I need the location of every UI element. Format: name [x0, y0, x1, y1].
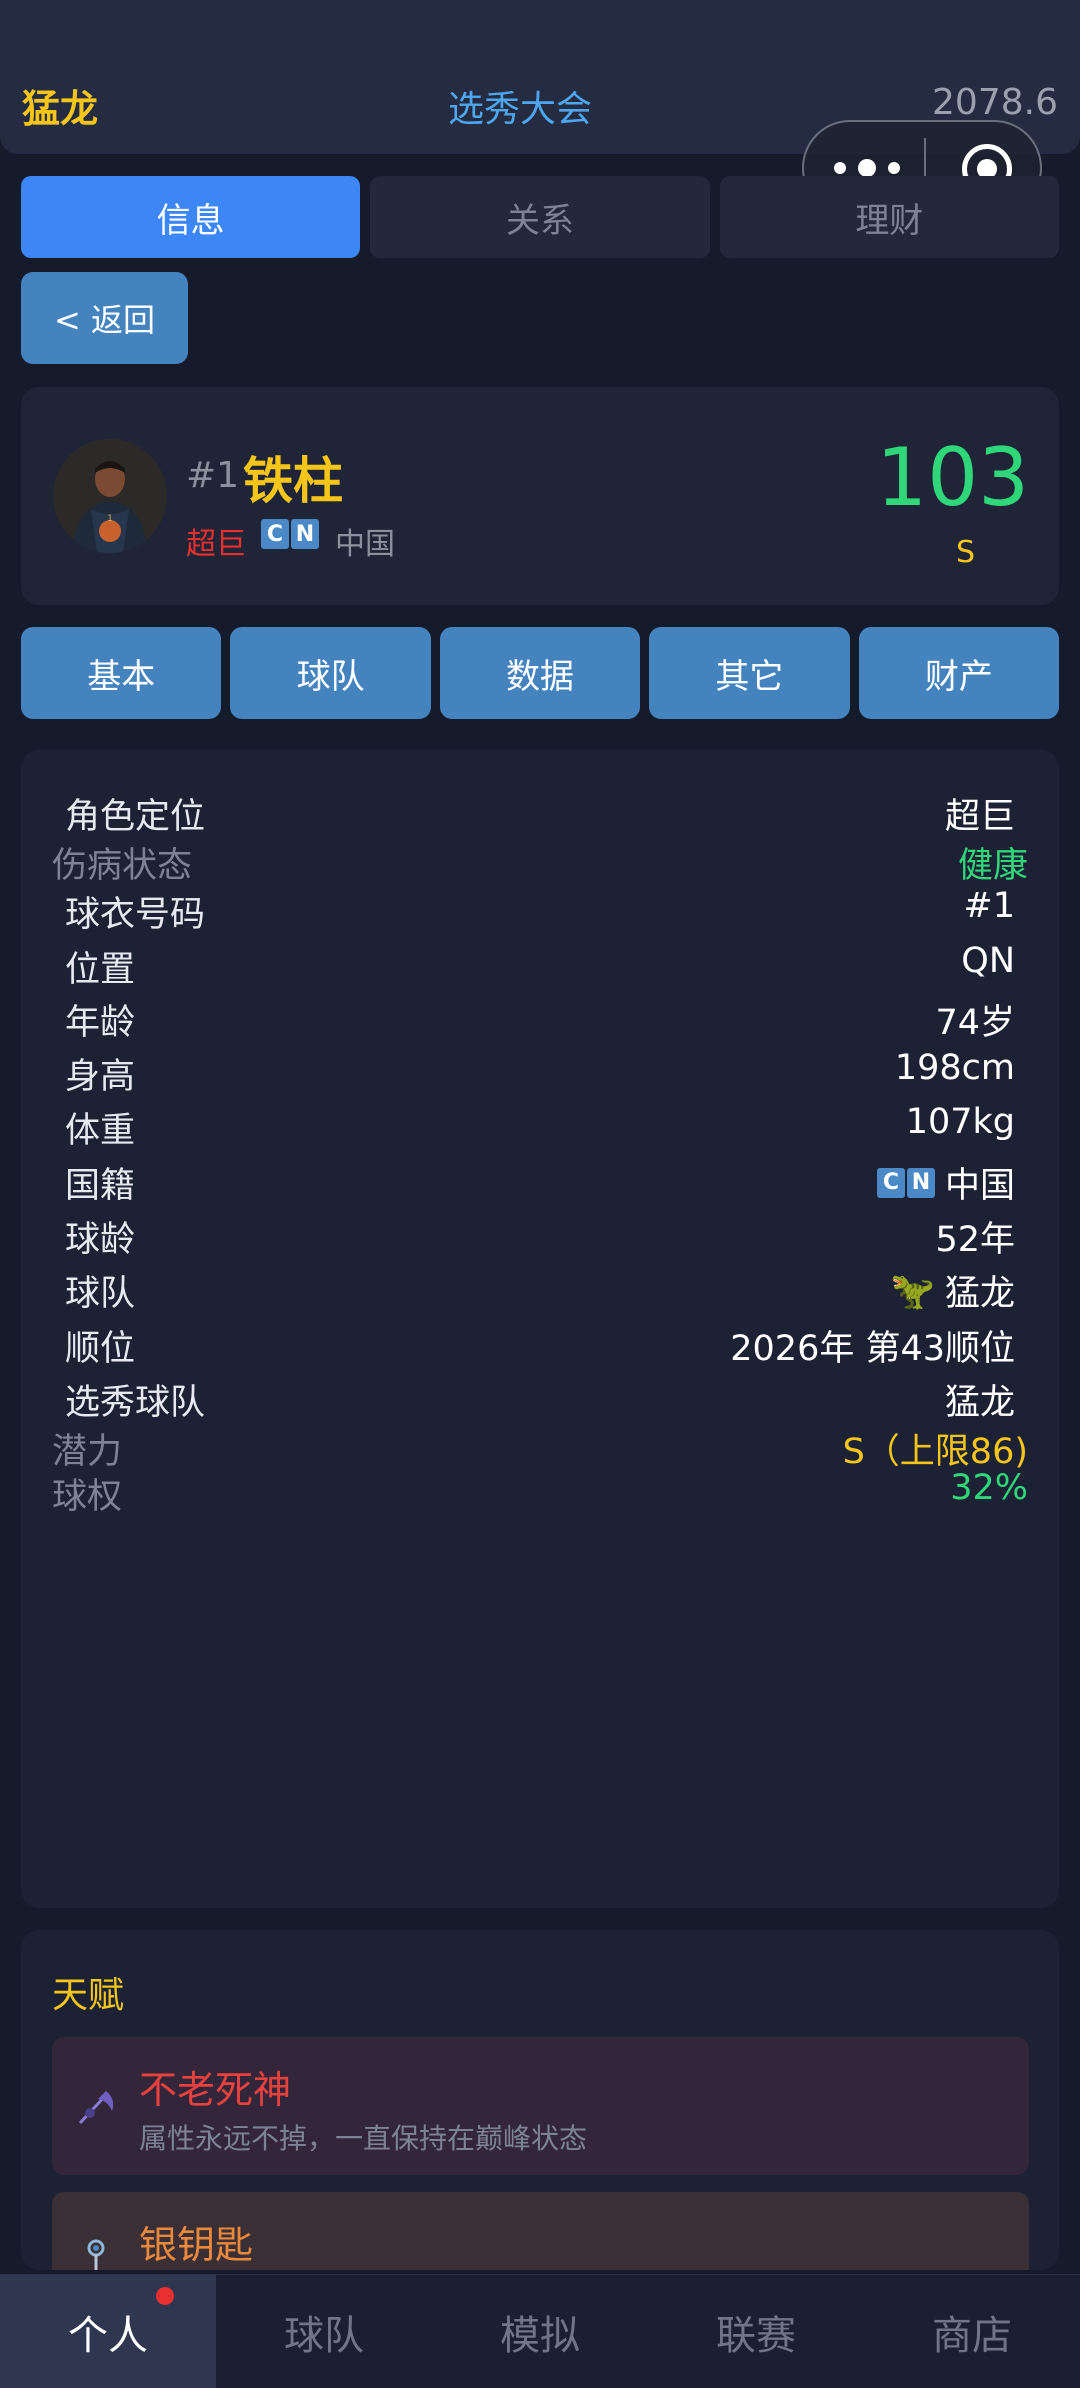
info-row-team: 球队 🦖 猛龙: [65, 1270, 1015, 1315]
silver-key-icon: [87, 2239, 105, 2270]
dinosaur-icon: 🦖: [890, 1270, 935, 1312]
notification-dot: [156, 2287, 174, 2305]
info-row-weight: 体重 107kg: [65, 1102, 1015, 1151]
player-info-panel: 角色定位 超巨 伤病状态 健康 球衣号码 #1 位置 QN 年龄 74岁 身高 …: [21, 750, 1059, 1908]
info-row-experience: 球龄 52年: [65, 1220, 1015, 1260]
subtab-assets[interactable]: 财产: [858, 627, 1060, 719]
talent-name: 不老死神: [139, 2068, 292, 2112]
header-balance: 2078.6: [932, 82, 1058, 123]
player-number: #1: [186, 455, 240, 496]
info-row-draft: 顺位 2026年 第43顺位: [65, 1329, 1015, 1369]
info-row-position: 位置 QN: [65, 941, 1015, 990]
subtab-other[interactable]: 其它: [649, 627, 850, 719]
subtab-stats[interactable]: 数据: [439, 627, 641, 719]
nav-personal[interactable]: 个人: [0, 2275, 216, 2388]
tab-finance[interactable]: 理财: [719, 176, 1059, 258]
talent-card[interactable]: 银钥匙: [52, 2192, 1029, 2270]
talent-title: 天赋: [52, 1975, 125, 2016]
info-row-nationality: 国籍 CN 中国: [65, 1166, 1015, 1206]
info-row-jersey: 球衣号码 #1: [65, 886, 1015, 935]
cn-flag-icon: CN: [261, 519, 319, 549]
back-button[interactable]: < 返回: [21, 272, 188, 364]
player-overall-score: 103: [876, 431, 1029, 524]
talent-desc: 属性永远不掉，一直保持在巅峰状态: [139, 2122, 588, 2155]
player-grade: S: [955, 535, 975, 570]
nav-team[interactable]: 球队: [216, 2275, 432, 2388]
player-role: 超巨: [186, 527, 246, 562]
scythe-icon: [78, 2091, 114, 2125]
subtab-basic[interactable]: 基本: [21, 627, 222, 719]
top-tabs: 信息 关系 理财: [21, 176, 1059, 258]
info-row-equity: 球权 32%: [52, 1468, 1028, 1517]
player-profile-card: 1 #1 铁柱 超巨 CN 中国 103 S: [21, 387, 1059, 605]
info-row-height: 身高 198cm: [65, 1048, 1015, 1097]
tab-info[interactable]: 信息: [21, 176, 361, 258]
player-avatar: 1: [53, 439, 167, 553]
svg-text:1: 1: [107, 514, 113, 524]
bottom-navigation: 个人 球队 模拟 联赛 商店: [0, 2274, 1080, 2388]
nav-shop[interactable]: 商店: [864, 2275, 1080, 2388]
player-name: 铁柱: [243, 452, 343, 510]
cn-flag-icon: CN: [876, 1167, 935, 1198]
player-country: 中国: [335, 527, 395, 562]
talent-panel: 天赋 不老死神 属性永远不掉，一直保持在巅峰状态 银钥匙: [21, 1930, 1059, 2270]
detail-subtabs: 基本 球队 数据 其它 财产: [21, 627, 1060, 719]
tab-relations[interactable]: 关系: [370, 176, 710, 258]
talent-name: 银钥匙: [139, 2223, 254, 2267]
info-row-age: 年龄 74岁: [65, 1003, 1015, 1043]
talent-card[interactable]: 不老死神 属性永远不掉，一直保持在巅峰状态: [52, 2037, 1029, 2175]
subtab-team[interactable]: 球队: [230, 627, 431, 719]
nav-league[interactable]: 联赛: [648, 2275, 864, 2388]
nav-simulate[interactable]: 模拟: [432, 2275, 648, 2388]
